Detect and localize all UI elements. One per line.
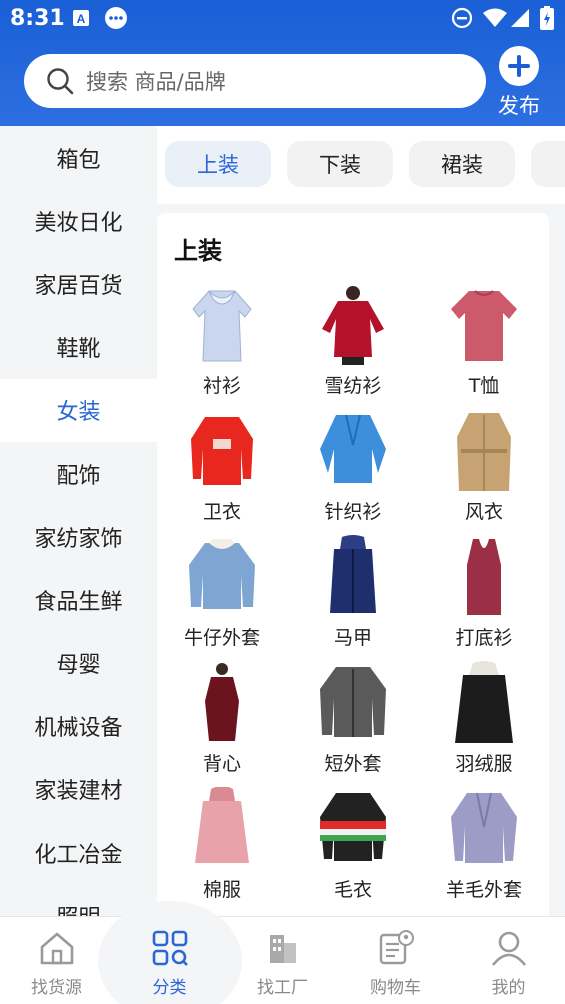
- item-chiffon-blouse[interactable]: 雪纺衫: [288, 283, 418, 409]
- panel-title: 上装: [174, 237, 222, 265]
- publish-button[interactable]: 发布: [494, 46, 544, 122]
- sidebar-item-baby[interactable]: 母婴: [0, 632, 157, 695]
- search-bar[interactable]: 搜索 商品/品牌: [24, 54, 486, 108]
- item-label: 棉服: [202, 879, 241, 901]
- down-jacket-image: [455, 661, 513, 743]
- item-label: 衬衫: [202, 375, 241, 397]
- sidebar-item-fresh-food[interactable]: 食品生鲜: [0, 568, 157, 631]
- nav-cart[interactable]: 购物车: [339, 917, 452, 1004]
- bottom-navigation: 找货源 分类 找工厂 购物车 我的: [0, 901, 565, 1004]
- svg-text:A: A: [77, 12, 86, 26]
- sidebar-item-accessories[interactable]: 配饰: [0, 442, 157, 505]
- sidebar-item-home-goods[interactable]: 家居百货: [0, 252, 157, 315]
- item-short-jacket[interactable]: 短外套: [288, 661, 418, 787]
- denim-jacket-image: [189, 539, 255, 609]
- item-camisole[interactable]: 背心: [157, 661, 287, 787]
- search-icon: [47, 68, 74, 95]
- item-trench-coat[interactable]: 风衣: [419, 409, 549, 535]
- sidebar-item-womens-wear[interactable]: 女装: [0, 378, 157, 442]
- sidebar-item-bags[interactable]: 箱包: [0, 126, 157, 189]
- tank-top-image: [467, 539, 501, 615]
- status-bar: 8:31 A: [0, 0, 565, 38]
- wifi-icon: [483, 8, 507, 27]
- sidebar-item-building-materials[interactable]: 家装建材: [0, 758, 157, 821]
- nav-label: 分类: [152, 978, 187, 998]
- item-label: 风衣: [464, 501, 503, 523]
- item-padded-coat[interactable]: 棉服: [157, 787, 287, 913]
- item-cardigan[interactable]: 针织衫: [288, 409, 418, 535]
- nav-label: 我的: [491, 978, 526, 998]
- profile-icon: [491, 931, 527, 966]
- item-shirt[interactable]: 衬衫: [157, 283, 287, 409]
- item-label: T恤: [468, 375, 500, 397]
- dnd-icon: [451, 7, 473, 29]
- trench-coat-image: [457, 413, 511, 491]
- subcategory-tabs: 上装 下装 裙装: [157, 126, 565, 204]
- category-icon: [152, 930, 188, 966]
- item-tank-top[interactable]: 打底衫: [419, 535, 549, 661]
- nav-label: 找工厂: [257, 978, 308, 998]
- shirt-image: [192, 290, 252, 362]
- item-label: 马甲: [333, 627, 372, 649]
- sweater-image: [320, 793, 386, 861]
- category-sidebar: 箱包 美妆日化 家居百货 鞋靴 女装 配饰 家纺家饰 食品生鲜 母婴 机械设备 …: [0, 126, 157, 916]
- item-sweatshirt[interactable]: 卫衣: [157, 409, 287, 535]
- tshirt-image: [451, 290, 517, 361]
- nav-profile[interactable]: 我的: [452, 917, 565, 1004]
- tab-skirts[interactable]: 裙装: [409, 141, 515, 187]
- item-wool-coat[interactable]: 羊毛外套: [419, 787, 549, 913]
- item-label: 羊毛外套: [445, 879, 522, 901]
- item-vest[interactable]: 马甲: [288, 535, 418, 661]
- chiffon-blouse-image: [322, 286, 384, 365]
- nav-find-factory[interactable]: 找工厂: [226, 917, 339, 1004]
- home-icon: [40, 932, 74, 965]
- tops-panel: 上装 衬衫 雪纺衫 T恤 卫衣 针织衫 风衣 牛仔外套 马甲 打底衫 背心 短外…: [157, 213, 549, 916]
- nav-label: 找货源: [31, 978, 82, 998]
- sidebar-item-chemicals[interactable]: 化工冶金: [0, 821, 157, 884]
- nav-category[interactable]: 分类: [113, 917, 226, 1004]
- sidebar-item-cosmetics[interactable]: 美妆日化: [0, 189, 157, 252]
- item-denim-jacket[interactable]: 牛仔外套: [157, 535, 287, 661]
- tab-bottoms[interactable]: 下装: [287, 141, 393, 187]
- battery-icon: [540, 6, 554, 30]
- item-label: 羽绒服: [455, 753, 513, 775]
- item-down-jacket[interactable]: 羽绒服: [419, 661, 549, 787]
- tab-tops[interactable]: 上装: [165, 141, 271, 187]
- sidebar-item-home-textiles[interactable]: 家纺家饰: [0, 505, 157, 568]
- publish-label: 发布: [498, 94, 540, 118]
- item-label: 雪纺衫: [324, 375, 382, 397]
- item-sweater[interactable]: 毛衣: [288, 787, 418, 913]
- factory-icon: [270, 935, 296, 963]
- item-label: 背心: [202, 753, 241, 775]
- app-header: 8:31 A 搜索 商品/品牌 发布: [0, 0, 565, 126]
- padded-coat-image: [195, 787, 249, 863]
- sidebar-item-shoes[interactable]: 鞋靴: [0, 316, 157, 379]
- item-label: 毛衣: [333, 879, 372, 901]
- vest-image: [330, 535, 376, 613]
- wool-coat-image: [451, 792, 517, 863]
- grid-background: 上装 衬衫 雪纺衫 T恤 卫衣 针织衫 风衣 牛仔外套 马甲 打底衫 背心 短外…: [157, 204, 565, 916]
- status-time: 8:31: [10, 6, 65, 31]
- item-label: 牛仔外套: [183, 627, 260, 649]
- nav-label: 购物车: [370, 978, 421, 998]
- cardigan-image: [320, 414, 386, 483]
- item-label: 针织衫: [324, 501, 382, 523]
- nav-find-source[interactable]: 找货源: [0, 917, 113, 1004]
- sweatshirt-image: [191, 417, 253, 485]
- tab-more[interactable]: [531, 141, 565, 187]
- item-label: 卫衣: [202, 501, 241, 523]
- camisole-image: [205, 663, 239, 741]
- app-a-icon: A: [73, 10, 89, 26]
- short-jacket-image: [320, 667, 386, 737]
- chat-icon: [105, 7, 127, 29]
- item-label: 打底衫: [455, 627, 513, 649]
- search-placeholder: 搜索 商品/品牌: [86, 70, 226, 94]
- category-content: 上装 下装 裙装 上装 衬衫 雪纺衫 T恤 卫衣 针织衫 风衣 牛仔外套 马甲 …: [157, 126, 565, 916]
- item-tshirt[interactable]: T恤: [419, 283, 549, 409]
- plus-icon: [499, 46, 539, 86]
- sidebar-item-machinery[interactable]: 机械设备: [0, 695, 157, 758]
- cart-icon: [379, 930, 414, 965]
- item-label: 短外套: [324, 753, 382, 775]
- signal-icon: [511, 9, 529, 27]
